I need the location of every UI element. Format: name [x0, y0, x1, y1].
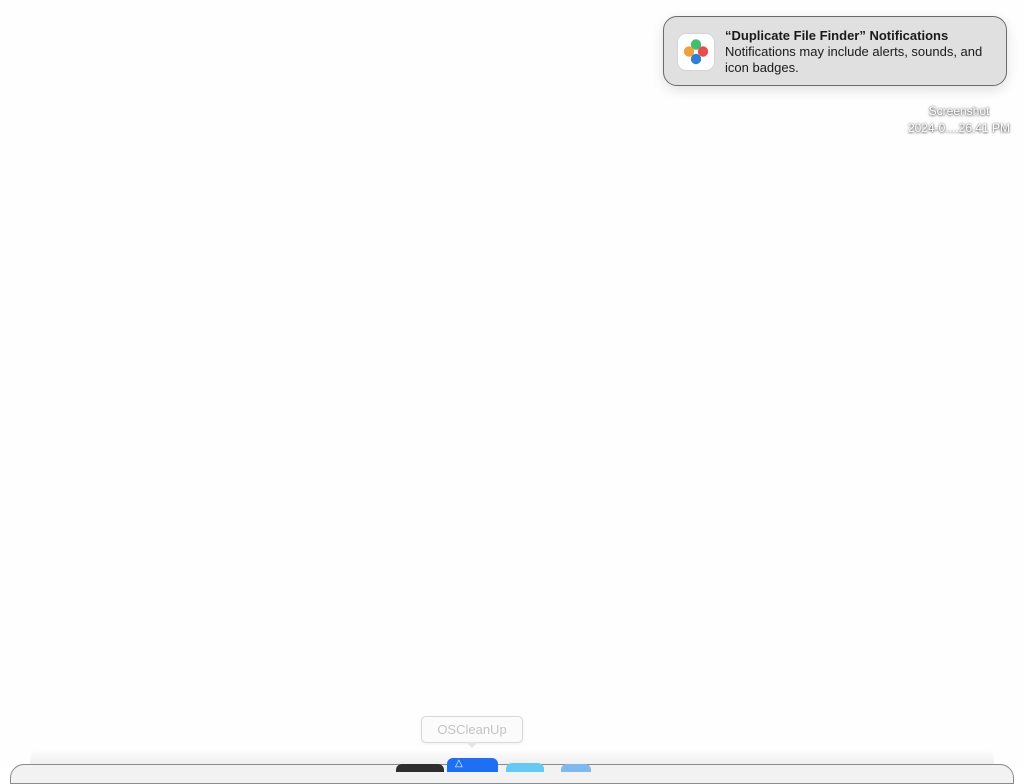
desktop-file-date: 2024-0....26.41 PM [907, 121, 1011, 135]
desktop-background [0, 0, 1024, 768]
dock-tooltip: OSCleanUp [421, 716, 523, 743]
oscleanup-app-icon[interactable]: △ [447, 758, 498, 772]
desktop-file-screenshot[interactable]: Screenshot 2024-0....26.41 PM [894, 70, 1024, 140]
file-thumbnail [930, 70, 988, 91]
dock-shadow [30, 750, 994, 764]
duplicate-file-finder-app-icon [678, 34, 714, 70]
dock-tooltip-pointer [466, 742, 478, 748]
notification-title: “Duplicate File Finder” Notifications [725, 28, 949, 43]
light-blue-app-icon[interactable] [561, 764, 591, 772]
dark-app-icon[interactable] [396, 764, 444, 772]
desktop-file-name: Screenshot [928, 104, 990, 118]
